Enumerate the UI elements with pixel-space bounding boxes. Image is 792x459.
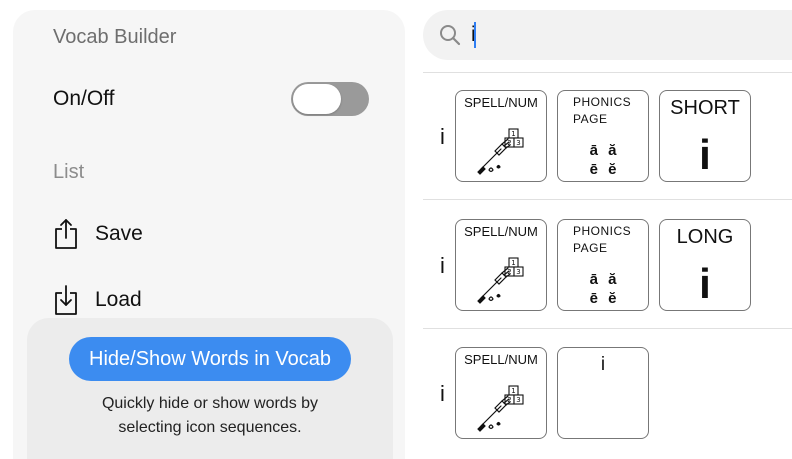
cell-label: LONG — [676, 226, 734, 248]
share-upload-icon — [55, 219, 77, 249]
save-button[interactable]: Save — [53, 216, 143, 252]
spell-num-cell[interactable]: SPELL/NUM 123 — [455, 90, 547, 182]
cell-label: SPELL/NUM — [464, 352, 538, 367]
svg-text:1: 1 — [511, 387, 515, 395]
onoff-label: On/Off — [53, 87, 115, 110]
letter-symbol: i — [699, 131, 711, 178]
load-label: Load — [95, 288, 142, 311]
cell-label: PAGE — [573, 112, 608, 126]
cell-label: SHORT — [670, 97, 740, 119]
vowel-symbols: ē ĕ — [589, 161, 617, 178]
search-bar[interactable] — [423, 10, 792, 60]
cell-label: PHONICS — [573, 224, 632, 238]
search-input[interactable] — [471, 20, 771, 50]
result-word: i — [440, 381, 445, 406]
paintbrush-blocks-icon: 12 3 — [477, 257, 524, 304]
result-row[interactable]: i SPELL/NUM 123 i — [423, 329, 792, 457]
paintbrush-blocks-icon: 12 3 — [477, 385, 524, 432]
letter-i-cell[interactable]: i — [557, 347, 649, 439]
download-icon — [55, 285, 77, 315]
cell-label: PHONICS — [573, 95, 632, 109]
cell-label: SPELL/NUM — [464, 224, 538, 239]
svg-text:1: 1 — [511, 130, 515, 138]
paintbrush-blocks-icon: 12 3 — [477, 128, 524, 175]
vowel-symbols: ē ĕ — [589, 290, 617, 307]
load-button[interactable]: Load — [53, 282, 142, 318]
text-caret — [474, 22, 476, 48]
tip-description-line-1: Quickly hide or show words by — [101, 395, 319, 412]
long-i-cell[interactable]: LONG i — [659, 219, 751, 311]
short-i-cell[interactable]: SHORT i — [659, 90, 751, 182]
cell-label: PAGE — [573, 241, 608, 255]
list-section-label: List — [53, 161, 85, 183]
toggle-knob — [293, 84, 341, 114]
row-divider — [423, 199, 792, 200]
cell-label: SPELL/NUM — [464, 95, 538, 110]
phonics-page-cell[interactable]: PHONICS PAGE ā ă ē ĕ — [557, 90, 649, 182]
panel-title: Vocab Builder — [53, 26, 177, 48]
letter-symbol: i — [699, 260, 711, 307]
phonics-page-cell[interactable]: PHONICS PAGE ā ă ē ĕ — [557, 219, 649, 311]
tip-popover: Hide/Show Words in Vocab Quickly hide or… — [27, 318, 393, 459]
vowel-symbols: ā ă — [589, 142, 617, 159]
spell-num-cell[interactable]: SPELL/NUM 123 — [455, 219, 547, 311]
svg-text:1: 1 — [511, 259, 515, 267]
vowel-symbols: ā ă — [589, 271, 617, 288]
search-icon — [440, 25, 461, 46]
result-word: i — [440, 253, 445, 278]
svg-text:3: 3 — [516, 139, 520, 147]
save-label: Save — [95, 222, 143, 245]
svg-text:3: 3 — [516, 396, 520, 404]
spell-num-cell[interactable]: SPELL/NUM 123 — [455, 347, 547, 439]
result-row[interactable]: i SPELL/NUM 123 PHONICS PAGE ā ă ē ĕ SHO… — [423, 72, 792, 200]
result-row[interactable]: i SPELL/NUM 123 PHONICS PAGE ā ă ē ĕ LON… — [423, 201, 792, 329]
onoff-toggle[interactable] — [291, 82, 369, 116]
hide-show-words-button[interactable]: Hide/Show Words in Vocab — [69, 337, 351, 381]
result-word: i — [440, 124, 445, 149]
svg-text:3: 3 — [516, 268, 520, 276]
cell-label: i — [600, 354, 606, 375]
tip-description-line-2: selecting icon sequences. — [118, 419, 302, 436]
tip-description: Quickly hide or show words by selecting … — [27, 392, 393, 440]
